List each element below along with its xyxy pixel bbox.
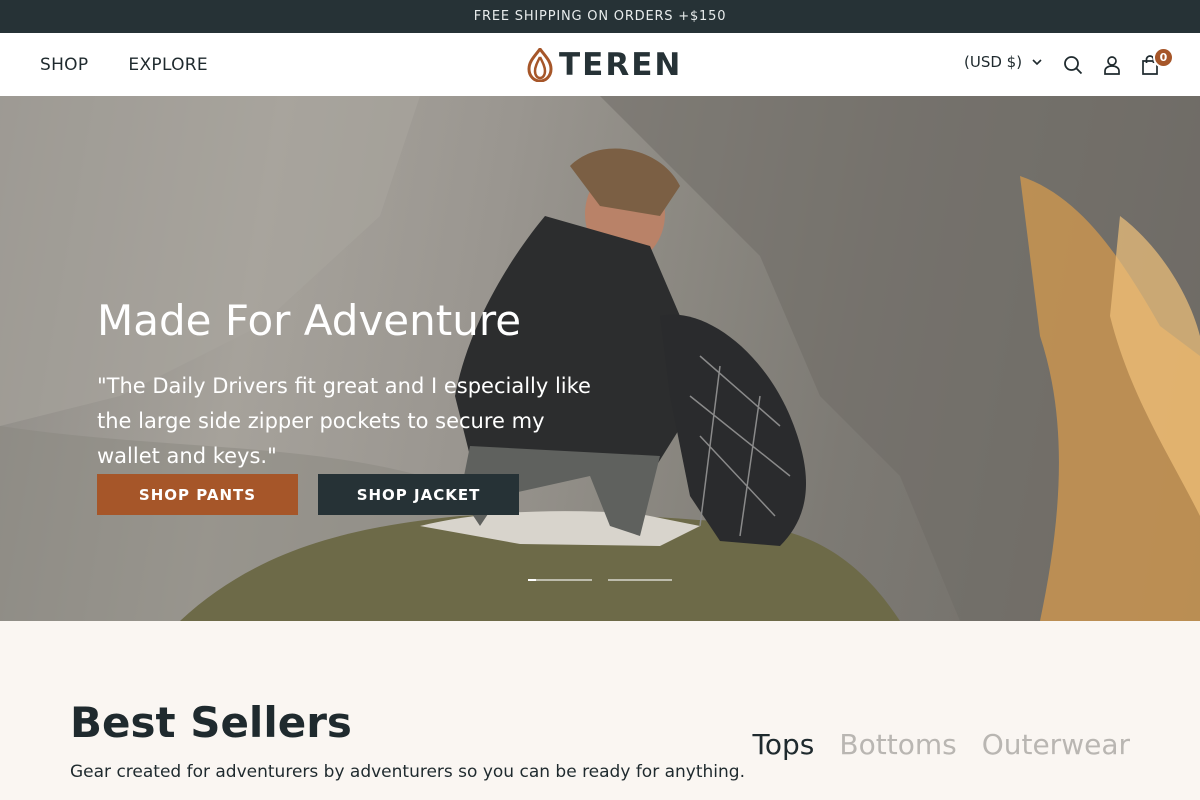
shop-pants-button[interactable]: SHOP PANTS — [97, 474, 298, 515]
announcement-text: FREE SHIPPING ON ORDERS +$150 — [473, 9, 727, 24]
nav-shop[interactable]: SHOP — [40, 55, 88, 75]
hero-title: Made For Adventure — [97, 296, 522, 345]
site-logo[interactable]: TEREN — [527, 47, 682, 83]
best-sellers-tabs: Tops Bottoms Outerwear — [753, 728, 1130, 761]
logo-flame-icon — [527, 48, 553, 82]
tab-outerwear[interactable]: Outerwear — [982, 728, 1130, 761]
hero-quote: "The Daily Drivers fit great and I espec… — [97, 374, 591, 468]
best-sellers-title: Best Sellers — [70, 698, 352, 747]
tab-tops[interactable]: Tops — [753, 728, 815, 761]
slide-indicator-2[interactable] — [608, 579, 672, 581]
site-header: SHOP EXPLORE TEREN (USD $) — [0, 33, 1200, 96]
currency-selector[interactable]: (USD $) — [964, 53, 1042, 71]
shop-jacket-button[interactable]: SHOP JACKET — [318, 474, 519, 515]
main-nav: SHOP EXPLORE — [40, 33, 208, 96]
tab-bottoms[interactable]: Bottoms — [839, 728, 956, 761]
announcement-bar: FREE SHIPPING ON ORDERS +$150 — [0, 0, 1200, 33]
chevron-down-icon — [1032, 58, 1042, 65]
best-sellers-subtitle: Gear created for adventurers by adventur… — [70, 762, 745, 782]
cart-count-badge: 0 — [1153, 47, 1174, 68]
currency-label: (USD $) — [964, 53, 1023, 71]
account-icon[interactable] — [1101, 54, 1123, 76]
hero-banner: Made For Adventure "The Daily Drivers fi… — [0, 96, 1200, 621]
slide-indicator-1[interactable] — [528, 579, 592, 581]
hero-background-image — [0, 96, 1200, 621]
nav-explore[interactable]: EXPLORE — [128, 55, 208, 75]
logo-text: TEREN — [559, 47, 683, 83]
search-icon[interactable] — [1062, 54, 1084, 76]
